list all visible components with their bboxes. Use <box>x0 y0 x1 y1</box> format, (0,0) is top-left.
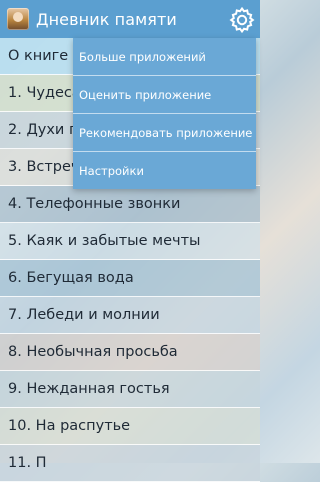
list-item[interactable]: 8. Необычная просьба <box>0 334 260 371</box>
overflow-menu: Больше приложений Оценить приложение Рек… <box>73 38 256 189</box>
gear-icon[interactable] <box>228 6 256 34</box>
app-title: Дневник памяти <box>36 9 177 29</box>
app-bar: Дневник памяти <box>0 0 260 38</box>
list-item-label: 9. Нежданная гостья <box>8 381 170 397</box>
list-item-label: 7. Лебеди и молнии <box>8 307 160 323</box>
list-item-label: 11. П <box>8 455 47 471</box>
list-item-label: 2. Духи п <box>8 122 79 138</box>
list-item-label: 4. Телефонные звонки <box>8 196 181 212</box>
list-item-label: 10. На распутье <box>8 418 131 434</box>
list-item[interactable]: 11. П <box>0 445 260 482</box>
list-item[interactable]: 6. Бегущая вода <box>0 260 260 297</box>
app-logo-icon <box>7 8 29 30</box>
list-item-label: 3. Встреч <box>8 159 80 175</box>
list-item-label: 1. Чудеса <box>8 85 81 101</box>
menu-item-more-apps[interactable]: Больше приложений <box>73 38 256 76</box>
list-item[interactable]: 4. Телефонные звонки <box>0 186 260 223</box>
menu-item-rate-app[interactable]: Оценить приложение <box>73 76 256 114</box>
list-item[interactable]: 7. Лебеди и молнии <box>0 297 260 334</box>
menu-item-recommend-app[interactable]: Рекомендовать приложение <box>73 114 256 152</box>
list-item[interactable]: 5. Каяк и забытые мечты <box>0 223 260 260</box>
list-item-label: 8. Необычная просьба <box>8 344 178 360</box>
menu-item-settings[interactable]: Настройки <box>73 152 256 189</box>
list-item-label: 5. Каяк и забытые мечты <box>8 233 201 249</box>
list-item-label: 6. Бегущая вода <box>8 270 134 286</box>
list-item-label: О книге <box>8 48 69 64</box>
list-item[interactable]: 10. На распутье <box>0 408 260 445</box>
list-item[interactable]: 9. Нежданная гостья <box>0 371 260 408</box>
